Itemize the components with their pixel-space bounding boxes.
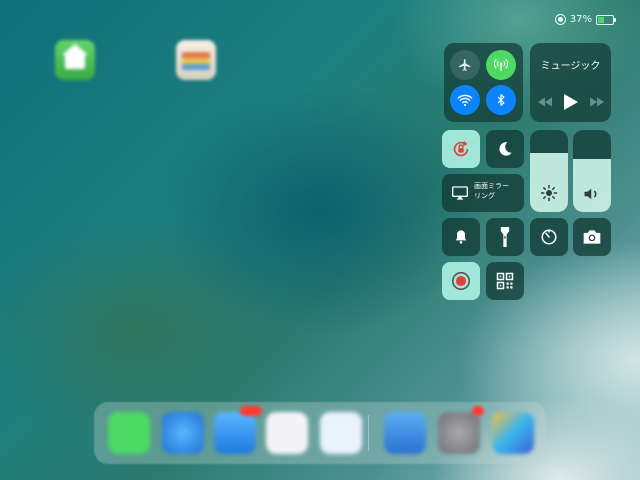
volume-slider[interactable] bbox=[573, 130, 611, 212]
screen-record-icon bbox=[451, 271, 471, 291]
rotation-lock-toggle[interactable] bbox=[442, 130, 480, 168]
music-module[interactable]: ミュージック bbox=[530, 43, 611, 122]
wifi-icon bbox=[457, 94, 473, 107]
do-not-disturb-toggle[interactable] bbox=[486, 130, 524, 168]
cellular-data-toggle[interactable] bbox=[486, 50, 516, 80]
fast-forward-icon[interactable] bbox=[589, 97, 604, 107]
bluetooth-icon bbox=[497, 94, 505, 106]
camera-button[interactable] bbox=[573, 218, 611, 256]
orientation-lock-icon bbox=[554, 14, 566, 25]
tweetbot-app-icon[interactable] bbox=[384, 412, 426, 454]
connectivity-module bbox=[444, 43, 523, 122]
qr-code-icon bbox=[496, 272, 514, 290]
screen-mirroring-label: 画面ミラー リング bbox=[474, 182, 509, 200]
photos-app-icon[interactable] bbox=[492, 412, 534, 454]
screen-mirroring-button[interactable]: 画面ミラー リング bbox=[442, 174, 524, 212]
flashlight-button[interactable] bbox=[486, 218, 524, 256]
battery-percent: 37% bbox=[569, 14, 592, 25]
silent-mode-toggle[interactable] bbox=[442, 218, 480, 256]
rotation-lock-icon bbox=[453, 141, 469, 157]
camera-icon bbox=[583, 230, 601, 244]
airplane-mode-toggle[interactable] bbox=[450, 50, 480, 80]
sun-icon bbox=[540, 184, 558, 202]
moon-icon bbox=[499, 142, 512, 156]
wifi-toggle[interactable] bbox=[450, 85, 480, 115]
flashlight-icon bbox=[500, 227, 510, 247]
speaker-icon bbox=[584, 188, 597, 200]
settings-badge bbox=[472, 406, 484, 416]
home-app-icon[interactable] bbox=[55, 40, 95, 80]
safari-app-icon[interactable] bbox=[162, 412, 204, 454]
messages-app-icon[interactable] bbox=[108, 412, 150, 454]
rewind-icon[interactable] bbox=[537, 97, 552, 107]
screen-mirroring-icon bbox=[452, 186, 468, 200]
mail-badge bbox=[240, 406, 262, 416]
status-bar: 37% bbox=[554, 14, 616, 25]
play-icon[interactable] bbox=[563, 94, 578, 110]
wallet-app-icon[interactable] bbox=[176, 40, 216, 80]
timer-icon bbox=[541, 229, 557, 245]
brightness-slider[interactable] bbox=[530, 130, 568, 212]
settings-app-icon[interactable] bbox=[438, 412, 480, 454]
files-app-icon[interactable] bbox=[320, 412, 362, 454]
mail-app-icon[interactable] bbox=[214, 412, 256, 454]
screen-record-button[interactable] bbox=[442, 262, 480, 300]
airplane-icon bbox=[459, 59, 471, 71]
music-app-icon[interactable] bbox=[266, 412, 308, 454]
bell-icon bbox=[455, 230, 467, 244]
battery-icon bbox=[596, 14, 616, 25]
dock-separator bbox=[368, 415, 369, 451]
bluetooth-toggle[interactable] bbox=[486, 85, 516, 115]
music-title: ミュージック bbox=[540, 61, 601, 72]
qr-scanner-button[interactable] bbox=[486, 262, 524, 300]
timer-button[interactable] bbox=[530, 218, 568, 256]
cellular-antenna-icon bbox=[493, 58, 509, 71]
